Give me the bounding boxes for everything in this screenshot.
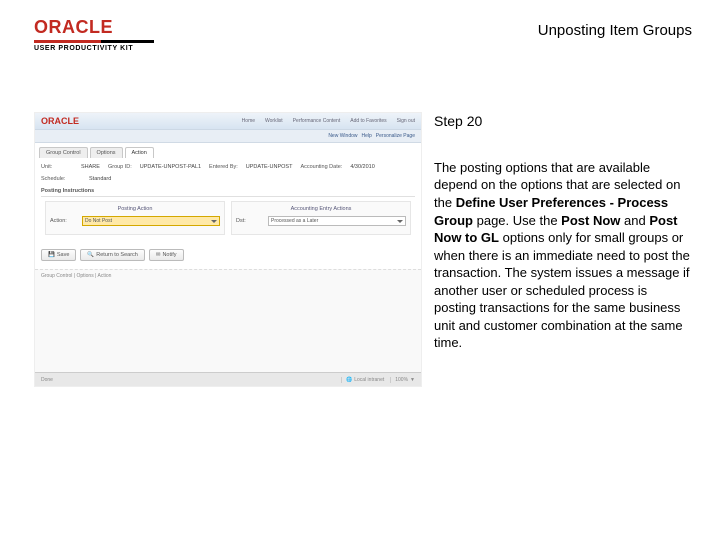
dst-field: Dst: Processed as a Later xyxy=(236,216,406,226)
chevron-down-icon xyxy=(397,220,403,223)
status-zoom: 100% ▼ xyxy=(390,377,415,383)
nav-home[interactable]: Home xyxy=(242,118,255,124)
schedule-value: Standard xyxy=(89,176,111,182)
return-button[interactable]: 🔍 Return to Search xyxy=(80,249,144,261)
action-label: Action: xyxy=(50,218,78,224)
schedule-label: Schedule: xyxy=(41,176,81,182)
nav-favorites[interactable]: Add to Favorites xyxy=(350,118,386,124)
dst-select[interactable]: Processed as a Later xyxy=(268,216,406,226)
posting-action-header: Posting Action xyxy=(50,206,220,212)
dst-label: Dst: xyxy=(236,218,264,224)
tab-action[interactable]: Action xyxy=(125,147,154,158)
action-select[interactable]: Do Not Post xyxy=(82,216,220,226)
unit-value: SHARE xyxy=(81,164,100,170)
acctdate-value: 4/30/2010 xyxy=(350,164,374,170)
instr-segment: page. Use the xyxy=(473,213,561,228)
instr-segment: options only for small groups or when th… xyxy=(434,230,690,350)
unit-label: Unit: xyxy=(41,164,73,170)
dst-select-value: Processed as a Later xyxy=(271,218,318,224)
return-icon: 🔍 xyxy=(87,252,94,258)
instruction-paragraph: The posting options that are available d… xyxy=(434,159,692,352)
app-body: Unit: SHARE Group ID: UPDATE-UNPOST-PAL1… xyxy=(35,158,421,245)
accounting-entry-panel: Accounting Entry Actions Dst: Processed … xyxy=(231,201,411,235)
instruction-panel: Step 20 The posting options that are ava… xyxy=(434,112,692,387)
enteredby-value: UPDATE-UNPOST xyxy=(246,164,293,170)
chevron-down-icon xyxy=(211,220,217,223)
status-zone: 🌐 Local intranet xyxy=(341,377,384,383)
notify-button-label: Notify xyxy=(162,252,176,258)
embedded-screenshot: ORACLE Home Worklist Performance Content… xyxy=(34,112,422,387)
document-title: Unposting Item Groups xyxy=(538,18,692,39)
schedule-row: Schedule: Standard xyxy=(41,176,415,182)
app-toolbar-links: New Window Help Personalize Page xyxy=(35,130,421,143)
app-topbar: ORACLE Home Worklist Performance Content… xyxy=(35,113,421,130)
groupid-label: Group ID: xyxy=(108,164,132,170)
link-personalize[interactable]: Personalize Page xyxy=(376,133,415,139)
status-right: 🌐 Local intranet 100% ▼ xyxy=(341,377,415,383)
nav-worklist[interactable]: Worklist xyxy=(265,118,283,124)
posting-action-panel: Posting Action Action: Do Not Post xyxy=(45,201,225,235)
instr-segment: and xyxy=(620,213,649,228)
globe-icon: 🌐 xyxy=(346,377,352,383)
logo-underline xyxy=(34,40,154,43)
accounting-entry-header: Accounting Entry Actions xyxy=(236,206,406,212)
return-button-label: Return to Search xyxy=(96,252,138,258)
notify-button[interactable]: ✉ Notify xyxy=(149,249,184,261)
section-title: Posting Instructions xyxy=(41,188,415,194)
app-global-nav: Home Worklist Performance Content Add to… xyxy=(242,118,415,124)
link-help[interactable]: Help xyxy=(362,133,372,139)
app-footer-links: Group Control | Options | Action xyxy=(35,269,421,282)
oracle-logo: ORACLE xyxy=(34,18,154,36)
page-header: ORACLE USER PRODUCTIVITY KIT Unposting I… xyxy=(0,0,720,56)
chevron-down-icon: ▼ xyxy=(410,377,415,383)
action-select-value: Do Not Post xyxy=(85,218,112,224)
groupid-value: UPDATE-UNPOST-PAL1 xyxy=(140,164,201,170)
content-row: ORACLE Home Worklist Performance Content… xyxy=(0,112,720,387)
enteredby-label: Entered By: xyxy=(209,164,238,170)
save-button-label: Save xyxy=(57,252,70,258)
info-row: Unit: SHARE Group ID: UPDATE-UNPOST-PAL1… xyxy=(41,164,415,170)
save-icon: 💾 xyxy=(48,252,55,258)
status-done: Done xyxy=(41,377,53,383)
save-button[interactable]: 💾 Save xyxy=(41,249,76,261)
action-field: Action: Do Not Post xyxy=(50,216,220,226)
app-oracle-logo: ORACLE xyxy=(41,116,79,126)
acctdate-label: Accounting Date: xyxy=(300,164,342,170)
posting-columns: Posting Action Action: Do Not Post Accou… xyxy=(41,196,415,239)
browser-status-bar: Done 🌐 Local intranet 100% ▼ xyxy=(35,372,421,386)
app-button-row: 💾 Save 🔍 Return to Search ✉ Notify xyxy=(35,245,421,269)
nav-signout[interactable]: Sign out xyxy=(397,118,415,124)
tab-group-control[interactable]: Group Control xyxy=(39,147,88,158)
app-tabs: Group Control Options Action xyxy=(35,143,421,158)
brand-block: ORACLE USER PRODUCTIVITY KIT xyxy=(34,18,154,52)
status-zone-label: Local intranet xyxy=(354,377,384,383)
link-new-window[interactable]: New Window xyxy=(328,133,357,139)
zoom-value: 100% xyxy=(395,377,408,383)
step-number: Step 20 xyxy=(434,112,692,131)
nav-performance[interactable]: Performance Content xyxy=(293,118,341,124)
tab-options[interactable]: Options xyxy=(90,147,123,158)
logo-subtitle: USER PRODUCTIVITY KIT xyxy=(34,45,154,52)
instr-bold-postnow: Post Now xyxy=(561,213,620,228)
notify-icon: ✉ xyxy=(156,252,161,258)
